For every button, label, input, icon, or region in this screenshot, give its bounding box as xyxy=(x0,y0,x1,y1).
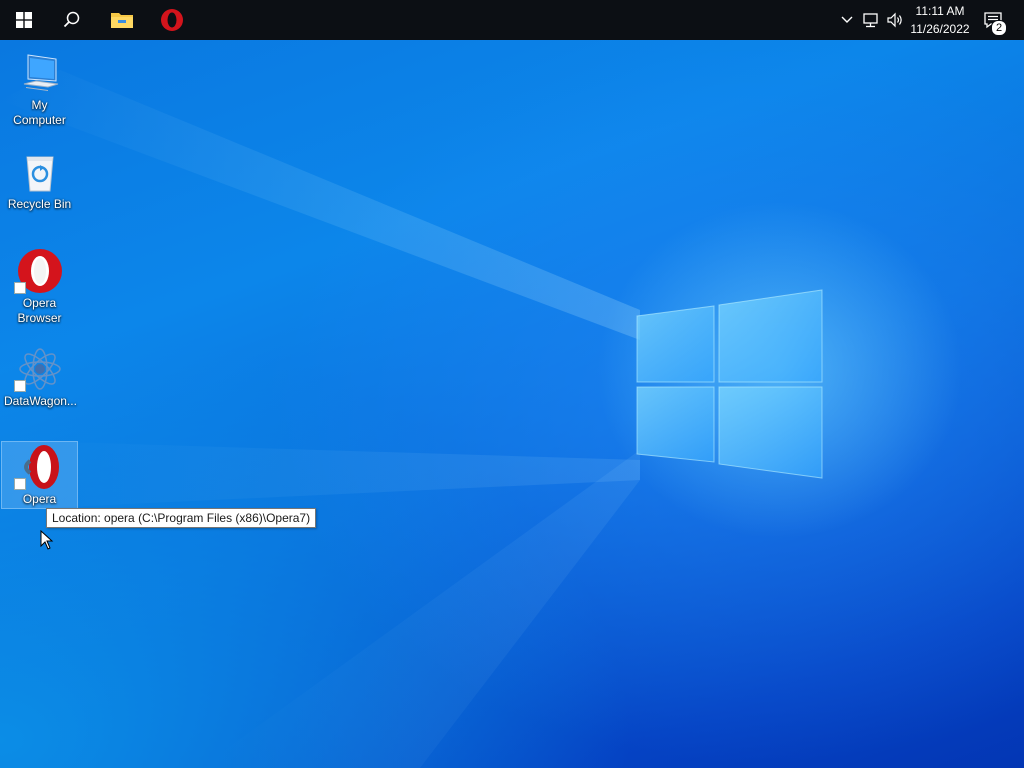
clock-date: 11/26/2022 xyxy=(910,22,970,36)
opera-icon xyxy=(161,9,183,31)
shortcut-arrow-icon xyxy=(14,380,26,392)
desktop-icon-recycle-bin[interactable]: Recycle Bin xyxy=(2,147,77,212)
desktop-icon-label: Opera xyxy=(22,492,57,506)
search-icon xyxy=(63,11,80,28)
clock-time: 11:11 AM xyxy=(915,4,965,18)
start-button[interactable] xyxy=(0,0,48,40)
desktop-icon-my-computer[interactable]: My Computer xyxy=(2,48,77,128)
wallpaper-windows-logo xyxy=(0,70,823,768)
start-icon xyxy=(16,12,32,28)
taskbar-file-explorer[interactable] xyxy=(98,0,146,40)
computer-icon xyxy=(2,48,77,98)
tray-overflow-button[interactable] xyxy=(838,0,856,40)
notification-count-badge: 2 xyxy=(991,20,1007,36)
chevron-up-icon xyxy=(841,16,853,23)
shortcut-arrow-icon xyxy=(14,478,26,490)
taskbar: 11:11 AM 11/26/2022 2 xyxy=(0,0,1024,40)
desktop-icon-label: My Computer xyxy=(13,98,66,127)
taskbar-clock[interactable]: 11:11 AM 11/26/2022 xyxy=(908,2,972,38)
mouse-cursor-icon xyxy=(40,530,54,550)
desktop-icon-label: Recycle Bin xyxy=(7,197,72,211)
opera-icon xyxy=(2,246,77,296)
volume-icon xyxy=(887,12,902,28)
desktop-icon-datawagon[interactable]: DataWagon... xyxy=(2,344,77,409)
desktop[interactable]: My Computer Recycle Bin Opera Browser Da… xyxy=(0,40,1024,768)
network-icon xyxy=(863,13,878,28)
desktop-icon-opera[interactable]: Opera xyxy=(1,441,78,509)
datawagon-icon xyxy=(2,344,77,394)
location-tooltip: Location: opera (C:\Program Files (x86)\… xyxy=(46,508,317,528)
volume-button[interactable] xyxy=(884,0,906,40)
shortcut-arrow-icon xyxy=(14,282,26,294)
desktop-icon-opera-browser[interactable]: Opera Browser xyxy=(2,246,77,326)
folder-icon xyxy=(111,13,133,28)
network-button[interactable] xyxy=(860,0,882,40)
recycle-bin-icon xyxy=(2,147,77,197)
search-button[interactable] xyxy=(48,0,96,40)
taskbar-opera[interactable] xyxy=(148,0,196,40)
desktop-icon-label: Opera Browser xyxy=(17,296,62,325)
desktop-icon-label: DataWagon... xyxy=(4,394,77,408)
opera-icon xyxy=(2,442,77,492)
